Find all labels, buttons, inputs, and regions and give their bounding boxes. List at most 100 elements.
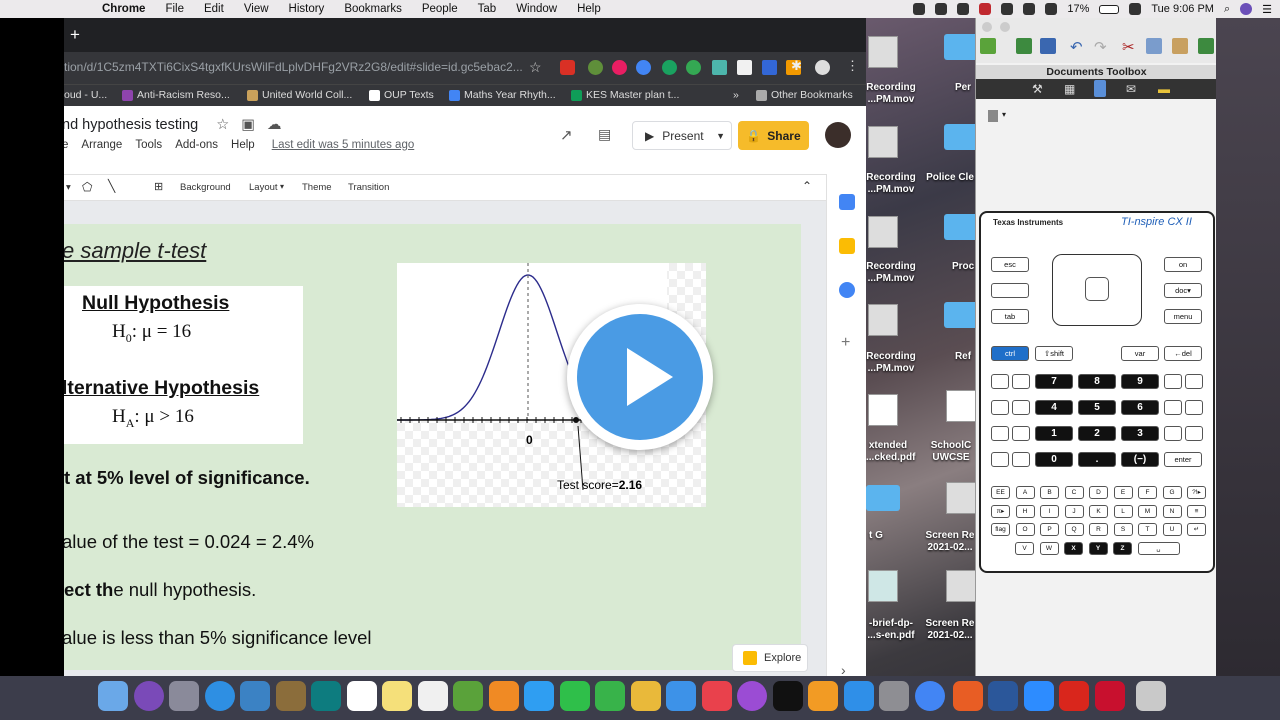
spotlight-icon[interactable]: ⌕ [1224, 3, 1230, 16]
window-minimize-icon[interactable] [1000, 22, 1010, 32]
last-edit-link[interactable]: Last edit was 5 minutes ago [272, 139, 415, 151]
facetime-icon[interactable] [559, 681, 590, 711]
key-function[interactable] [1164, 426, 1182, 441]
siri-icon[interactable] [1240, 3, 1253, 15]
desktop-file-label[interactable]: Recording ...PM.mov [866, 351, 916, 375]
extension-icon[interactable] [588, 60, 603, 75]
key-function[interactable] [1185, 400, 1203, 415]
key-7[interactable]: 2 [1078, 426, 1116, 441]
bookmark-item[interactable]: Maths Year Rhyth... [449, 89, 556, 101]
layout-button[interactable]: Layout [249, 182, 278, 193]
touchpad-center[interactable] [1085, 277, 1109, 301]
key-function[interactable] [1012, 426, 1030, 441]
key-letter[interactable]: I [1040, 504, 1059, 518]
key-function[interactable] [1012, 452, 1030, 467]
menu-help[interactable]: Help [577, 3, 601, 15]
key-letter[interactable]: M [1138, 504, 1157, 518]
desktop-folder-label[interactable]: Ref [952, 351, 974, 363]
key-letter[interactable]: E [1113, 486, 1133, 499]
bluetooth-icon[interactable] [1001, 3, 1014, 15]
key-1[interactable]: 8 [1078, 374, 1116, 389]
key-letter[interactable]: P [1040, 523, 1059, 536]
notes-icon[interactable] [382, 681, 412, 711]
cloud-status-icon[interactable]: ☁ [267, 117, 282, 133]
dropdown-icon[interactable]: ▾ [1002, 110, 1006, 119]
key-shift[interactable]: ⇧shift [1035, 346, 1073, 361]
collapse-toolbar-icon[interactable]: ⌃ [802, 179, 812, 193]
key-letter[interactable]: ↵ [1187, 523, 1206, 536]
key-enter[interactable]: enter [1164, 452, 1202, 467]
bookmark-item[interactable]: Anti-Racism Reso... [122, 89, 230, 101]
key-letter[interactable]: V [1015, 541, 1034, 555]
slide[interactable]: e sample t-test Null Hypothesis H0: μ = … [64, 224, 801, 670]
creative-cloud-icon[interactable] [957, 3, 970, 15]
share-button[interactable]: 🔒 Share [738, 121, 809, 150]
key-letter[interactable]: Z [1113, 541, 1132, 555]
menu-help[interactable]: Help [231, 139, 255, 151]
extension-icon[interactable] [762, 60, 777, 75]
pages-icon[interactable] [630, 681, 661, 711]
extension-icon[interactable] [712, 60, 727, 75]
key-menu[interactable]: menu [1164, 309, 1202, 324]
window-close-icon[interactable] [982, 22, 992, 32]
menu-file[interactable]: File [165, 3, 184, 15]
more-menu-icon[interactable]: ⋮ [846, 58, 859, 74]
menu-app-name[interactable]: Chrome [102, 3, 145, 15]
menu-people[interactable]: People [422, 3, 458, 15]
puzzle-icon[interactable]: ✱ [791, 58, 802, 74]
siri-icon[interactable] [133, 681, 164, 711]
key-10[interactable]: . [1078, 452, 1116, 467]
present-dropdown-icon[interactable]: ▼ [716, 131, 725, 141]
key-doc[interactable]: doc▾ [1164, 283, 1202, 298]
podcasts-icon[interactable] [737, 681, 767, 711]
file-thumbnail[interactable] [868, 394, 898, 426]
key-letter[interactable]: ≡ [1187, 504, 1206, 518]
key-3[interactable]: 4 [1035, 400, 1073, 415]
key-letter[interactable]: π▸ [991, 504, 1010, 518]
document-title-text[interactable]: nd hypothesis testing [64, 117, 198, 133]
desktop-file-label[interactable]: t G [866, 530, 886, 542]
new-tab-button[interactable]: + [70, 26, 80, 43]
key-var[interactable]: var [1121, 346, 1159, 361]
menu-arrange[interactable]: Arrange [81, 139, 122, 151]
background-button[interactable]: Background [180, 182, 231, 193]
move-folder-icon[interactable]: ▣ [241, 117, 255, 133]
menu-window[interactable]: Window [516, 3, 557, 15]
calendar-icon[interactable] [346, 681, 377, 711]
file-thumbnail[interactable] [868, 126, 898, 158]
document-title[interactable]: nd hypothesis testing ☆ ▣ ☁ [64, 117, 282, 133]
dropdown-icon[interactable]: ▾ [66, 182, 71, 193]
key-letter[interactable]: ␣ [1137, 541, 1180, 555]
paste-icon[interactable] [1172, 38, 1188, 54]
add-comment-icon[interactable]: ⊞ [154, 180, 163, 193]
key-letter[interactable]: L [1113, 504, 1133, 518]
bookmark-item[interactable]: KES Master plan t... [571, 89, 679, 101]
key-letter[interactable]: S [1113, 523, 1133, 536]
expand-panel-icon[interactable]: › [841, 662, 846, 676]
flag-icon[interactable] [1129, 3, 1142, 15]
key-esc[interactable]: esc [991, 257, 1029, 272]
desktop-folder-label[interactable]: Per [952, 82, 974, 94]
tasks-icon[interactable] [839, 282, 855, 298]
desktop-file-label[interactable]: Recording ...PM.mov [866, 82, 916, 106]
key-letter[interactable]: R [1089, 523, 1108, 536]
explore-button[interactable]: Explore [732, 644, 808, 672]
file-thumbnail[interactable] [946, 390, 976, 422]
document-icon[interactable] [988, 110, 998, 122]
folder-icon[interactable] [944, 214, 978, 240]
content-tab-icon[interactable]: ✉ [1126, 82, 1136, 96]
desktop-file-label[interactable]: -brief-dp- ...s-en.pdf [866, 618, 916, 642]
desktop-file-label[interactable]: Recording ...PM.mov [866, 172, 916, 196]
cut-icon[interactable]: ✂ [1122, 38, 1135, 56]
bookmark-star-icon[interactable]: ☆ [529, 59, 542, 76]
key-5[interactable]: 6 [1121, 400, 1159, 415]
key-function[interactable] [991, 426, 1009, 441]
redo-icon[interactable]: ↷ [1094, 38, 1110, 56]
bookmark-item[interactable]: OUP Texts [369, 89, 434, 101]
key-8[interactable]: 3 [1121, 426, 1159, 441]
extension-icon[interactable] [935, 3, 948, 15]
key-0[interactable]: 7 [1035, 374, 1073, 389]
menu-view[interactable]: View [244, 3, 269, 15]
key-letter[interactable]: W [1039, 541, 1059, 555]
key-letter[interactable]: X [1064, 541, 1083, 555]
